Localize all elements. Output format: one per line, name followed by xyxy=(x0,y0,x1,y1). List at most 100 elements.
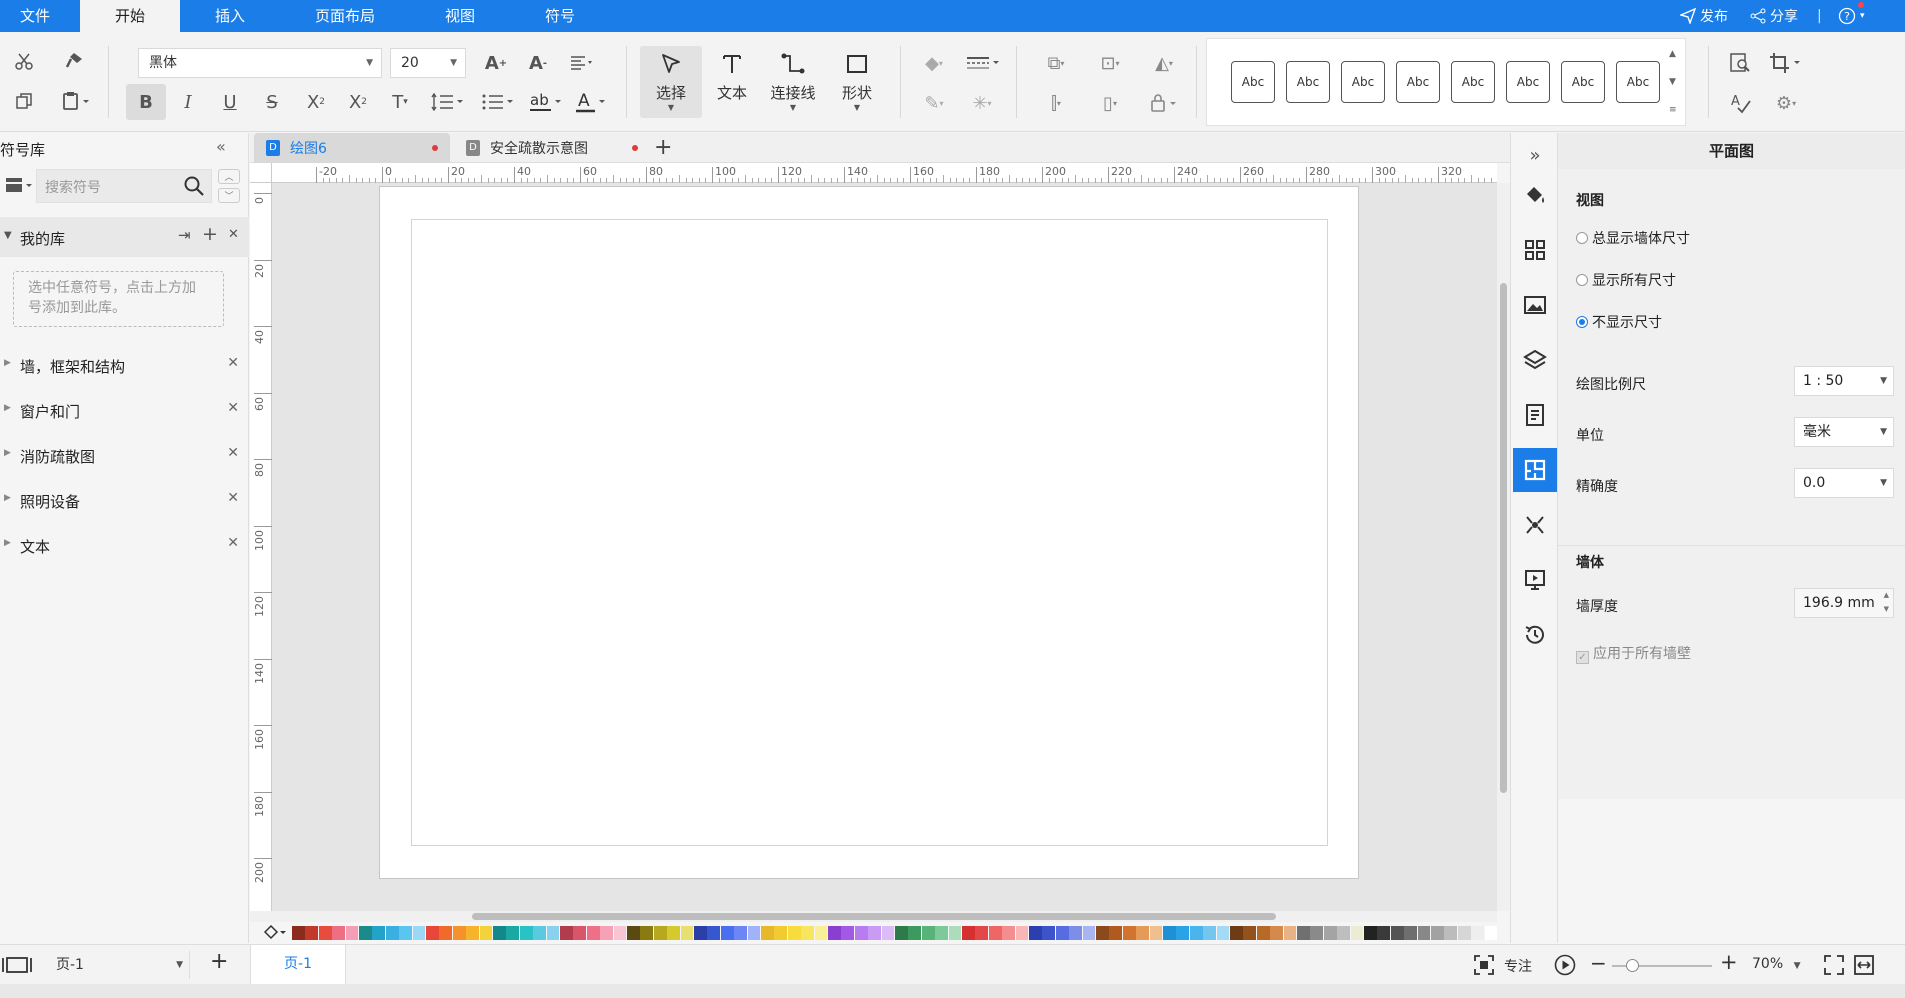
color-swatch[interactable] xyxy=(533,926,546,940)
tab-drawing6[interactable]: D 绘图6 xyxy=(254,133,450,163)
color-swatch[interactable] xyxy=(908,926,922,940)
lock-icon[interactable] xyxy=(1144,88,1184,118)
page-tab-1[interactable]: 页-1 xyxy=(250,945,346,985)
style-preset-6[interactable]: Abc xyxy=(1506,61,1550,103)
color-swatch[interactable] xyxy=(586,926,600,940)
text-tool[interactable]: 文本 xyxy=(701,46,763,118)
close-icon[interactable]: ✕ xyxy=(228,227,239,242)
focus-label[interactable]: 专注 xyxy=(1504,956,1532,976)
style-preset-5[interactable]: Abc xyxy=(1451,61,1495,103)
flip-icon[interactable]: ◭ ▾ xyxy=(1144,48,1184,78)
text-style-icon[interactable]: T ▾ xyxy=(384,87,416,117)
menu-symbol[interactable]: 符号 xyxy=(520,0,600,32)
color-swatch[interactable] xyxy=(573,926,587,940)
close-icon[interactable]: ✕ xyxy=(227,355,239,371)
color-swatch[interactable] xyxy=(1002,926,1015,940)
color-swatch[interactable] xyxy=(1256,926,1270,940)
color-swatch[interactable] xyxy=(680,926,694,940)
underline-icon[interactable]: U xyxy=(214,87,246,117)
my-library-header[interactable]: ▼ 我的库 ⇥ + ✕ xyxy=(0,217,249,257)
color-swatch[interactable] xyxy=(560,926,573,940)
floor-plan-icon[interactable] xyxy=(1513,448,1557,492)
color-swatch[interactable] xyxy=(841,926,855,940)
color-swatch[interactable] xyxy=(627,926,640,940)
color-swatch[interactable] xyxy=(761,926,774,940)
style-preset-3[interactable]: Abc xyxy=(1341,61,1385,103)
scale-select[interactable]: 1 : 50 ▼ xyxy=(1794,366,1894,396)
color-swatch[interactable] xyxy=(1055,926,1069,940)
radio-show-wall-dims[interactable]: 总显示墙体尺寸 xyxy=(1576,228,1690,248)
connector-tool[interactable]: 连接线 ▼ xyxy=(762,46,824,118)
color-swatch[interactable] xyxy=(921,926,935,940)
library-walls[interactable]: ▶ 墙，框架和结构 ✕ xyxy=(0,347,249,383)
color-swatch[interactable] xyxy=(1350,926,1364,940)
color-swatch[interactable] xyxy=(1203,926,1216,940)
color-swatch[interactable] xyxy=(345,926,359,940)
scroll-up-button[interactable]: ︿ xyxy=(218,169,240,184)
copy-icon[interactable] xyxy=(8,86,40,116)
scroll-up-icon[interactable]: ▲ xyxy=(1669,49,1676,59)
pen-icon[interactable]: ✎ ▾ xyxy=(914,88,954,118)
color-swatch[interactable] xyxy=(975,926,989,940)
effect-icon[interactable]: ✳ ▾ xyxy=(962,88,1002,118)
color-swatch[interactable] xyxy=(1176,926,1190,940)
color-swatch[interactable] xyxy=(1122,926,1136,940)
style-preset-2[interactable]: Abc xyxy=(1286,61,1330,103)
color-swatch[interactable] xyxy=(1337,926,1350,940)
share-button[interactable]: 分享 xyxy=(1750,0,1798,32)
vertical-scroll-thumb[interactable] xyxy=(1500,283,1507,793)
style-preset-8[interactable]: Abc xyxy=(1616,61,1660,103)
zoom-in-icon[interactable]: + xyxy=(1720,950,1738,974)
line-style-icon[interactable] xyxy=(962,48,1004,78)
collapse-panel-icon[interactable]: « xyxy=(216,137,226,156)
color-swatch[interactable] xyxy=(1323,926,1337,940)
mind-map-icon[interactable] xyxy=(1513,503,1557,547)
close-icon[interactable]: ✕ xyxy=(227,490,239,506)
zoom-out-icon[interactable]: − xyxy=(1590,951,1607,975)
color-swatch[interactable] xyxy=(1082,926,1096,940)
color-swatch[interactable] xyxy=(452,926,466,940)
color-swatch[interactable] xyxy=(1364,926,1377,940)
crop-icon[interactable] xyxy=(1766,48,1806,78)
color-swatch[interactable] xyxy=(694,926,707,940)
menu-home[interactable]: 开始 xyxy=(80,0,180,32)
color-swatch[interactable] xyxy=(1484,926,1498,940)
italic-icon[interactable]: I xyxy=(172,87,204,117)
color-swatch[interactable] xyxy=(828,926,841,940)
close-icon[interactable]: ✕ xyxy=(227,535,239,551)
horizontal-scrollbar[interactable] xyxy=(250,911,1497,922)
history-icon[interactable] xyxy=(1513,613,1557,657)
distribute-icon[interactable]: ▯ ▾ xyxy=(1090,88,1130,118)
fill-bucket-icon[interactable] xyxy=(262,925,286,941)
spell-check-icon[interactable]: A xyxy=(1724,88,1756,118)
menu-insert[interactable]: 插入 xyxy=(190,0,270,32)
select-tool[interactable]: 选择 ▼ xyxy=(640,46,702,118)
find-replace-icon[interactable] xyxy=(1724,48,1756,78)
font-size-select[interactable]: 20 ▼ xyxy=(390,48,466,78)
color-swatch[interactable] xyxy=(1270,926,1283,940)
wall-thickness-stepper[interactable]: 196.9 mm ▲ ▼ xyxy=(1794,588,1894,618)
line-spacing-icon[interactable] xyxy=(428,87,468,117)
vertical-scrollbar[interactable] xyxy=(1497,183,1510,911)
color-swatch[interactable] xyxy=(1283,926,1297,940)
search-input[interactable]: 搜索符号 xyxy=(36,169,212,203)
horizontal-scroll-thumb[interactable] xyxy=(472,913,1276,920)
superscript-icon[interactable]: X2 xyxy=(300,87,332,117)
color-swatch[interactable] xyxy=(1377,926,1391,940)
color-swatch[interactable] xyxy=(1431,926,1444,940)
color-swatch[interactable] xyxy=(1390,926,1404,940)
paste-icon[interactable] xyxy=(56,86,96,116)
radio-show-all-dims[interactable]: 显示所有尺寸 xyxy=(1576,270,1676,290)
menu-file[interactable]: 文件 xyxy=(0,0,70,32)
color-swatch[interactable] xyxy=(1042,926,1056,940)
library-fire-evacuation[interactable]: ▶ 消防疏散图 ✕ xyxy=(0,437,249,473)
color-swatch[interactable] xyxy=(1417,926,1431,940)
color-swatch[interactable] xyxy=(1471,926,1484,940)
color-swatch[interactable] xyxy=(640,926,654,940)
scroll-down-button[interactable]: ﹀ xyxy=(218,188,240,203)
publish-button[interactable]: 发布 xyxy=(1680,0,1728,32)
page-view-icon[interactable] xyxy=(2,956,32,974)
text-highlight-icon[interactable]: ab xyxy=(526,87,566,117)
font-color-icon[interactable]: A xyxy=(572,87,612,117)
color-swatch[interactable] xyxy=(1163,926,1176,940)
